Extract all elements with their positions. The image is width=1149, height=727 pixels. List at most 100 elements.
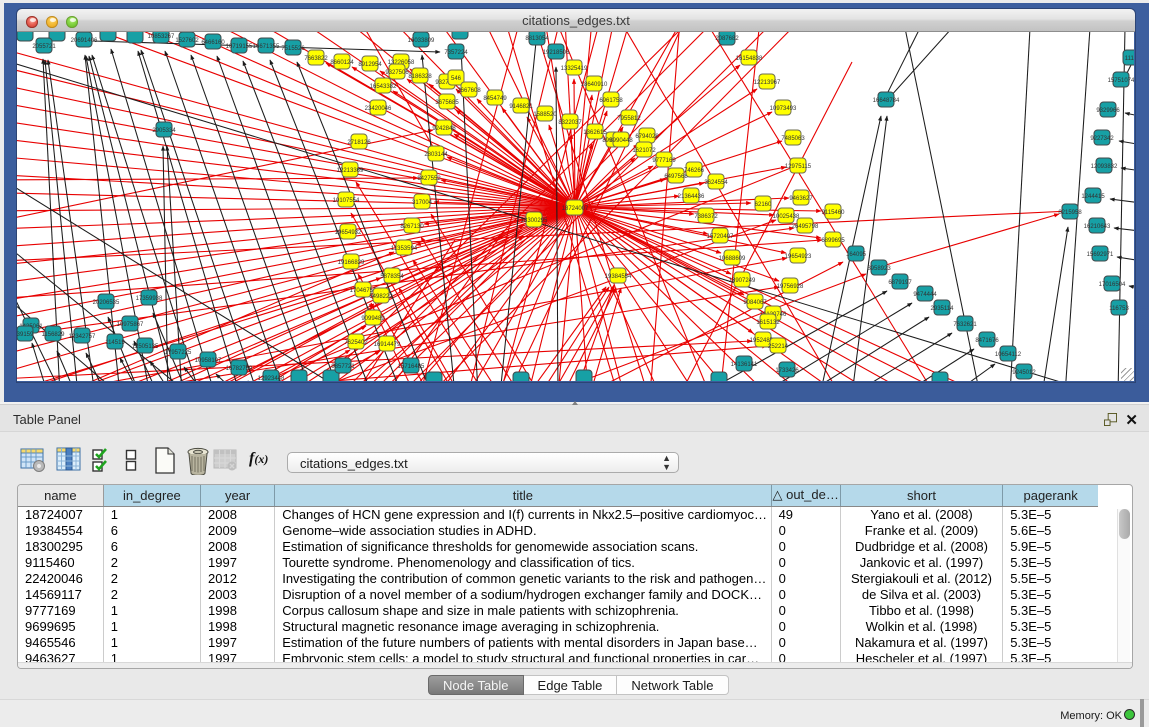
svg-text:16543382: 16543382	[370, 84, 397, 90]
svg-text:9146821: 9146821	[509, 104, 533, 110]
svg-text:20206535: 20206535	[93, 300, 120, 306]
svg-text:17957225: 17957225	[165, 350, 192, 356]
svg-text:6961758: 6961758	[599, 98, 623, 104]
svg-text:164095: 164095	[846, 252, 867, 258]
svg-text:19654932: 19654932	[335, 230, 362, 236]
svg-text:19166829: 19166829	[338, 260, 365, 266]
svg-text:9329966: 9329966	[1096, 108, 1120, 114]
svg-text:16671355: 16671355	[253, 44, 280, 50]
svg-text:19218506: 19218506	[543, 50, 570, 56]
svg-text:11353594: 11353594	[391, 246, 418, 252]
svg-text:18640910: 18640910	[581, 82, 608, 88]
svg-text:18300295: 18300295	[521, 218, 548, 224]
svg-text:9777169: 9777169	[652, 158, 676, 164]
svg-text:9245012: 9245012	[1012, 370, 1036, 376]
svg-text:2055721: 2055721	[32, 44, 56, 50]
svg-text:8215958: 8215958	[1058, 210, 1082, 216]
svg-text:16782759: 16782759	[226, 366, 253, 372]
svg-text:12093832: 12093832	[1091, 164, 1118, 170]
svg-text:1621072: 1621072	[632, 148, 656, 154]
svg-text:10107554: 10107554	[333, 198, 360, 204]
svg-text:1733426: 1733426	[775, 368, 799, 374]
svg-text:8471676: 8471676	[975, 338, 999, 344]
svg-text:9327506: 9327506	[385, 70, 409, 76]
svg-text:1588520: 1588520	[533, 112, 557, 118]
svg-text:8186328: 8186328	[408, 74, 432, 80]
svg-text:39159: 39159	[17, 332, 34, 338]
svg-text:8322037: 8322037	[558, 120, 582, 126]
svg-text:15751074: 15751074	[1108, 78, 1134, 84]
svg-text:7625402: 7625402	[344, 340, 368, 346]
svg-text:2803144: 2803144	[424, 152, 448, 158]
svg-text:116753: 116753	[1109, 306, 1129, 312]
svg-text:7485063: 7485063	[781, 136, 805, 142]
svg-text:7632621: 7632621	[953, 322, 977, 328]
svg-text:5498222: 5498222	[369, 294, 393, 300]
svg-text:114519: 114519	[105, 340, 125, 346]
svg-text:7515526: 7515526	[281, 46, 305, 52]
svg-text:6794028: 6794028	[635, 134, 659, 140]
svg-text:9463627: 9463627	[789, 196, 813, 202]
svg-text:8813054: 8813054	[525, 36, 549, 42]
svg-text:2087682: 2087682	[715, 36, 739, 42]
svg-text:317004: 317004	[412, 200, 433, 206]
svg-text:62160: 62160	[755, 202, 772, 208]
svg-text:1362615: 1362615	[583, 130, 607, 136]
svg-text:16033809: 16033809	[408, 38, 435, 44]
svg-text:17016504: 17016504	[1099, 282, 1126, 288]
svg-text:9084067: 9084067	[743, 300, 767, 306]
svg-text:252214: 252214	[768, 344, 789, 350]
svg-text:12213369: 12213369	[337, 168, 364, 174]
svg-text:9857721: 9857721	[331, 364, 355, 370]
svg-text:15716485: 15716485	[398, 364, 425, 370]
svg-text:10973493: 10973493	[770, 106, 797, 112]
svg-text:7357224: 7357224	[444, 50, 468, 56]
svg-text:20691406: 20691406	[71, 38, 98, 44]
svg-text:23420046: 23420046	[365, 106, 392, 112]
svg-text:8958923: 8958923	[867, 266, 891, 272]
svg-text:1527602: 1527602	[175, 38, 199, 44]
svg-text:9242848: 9242848	[432, 126, 456, 132]
svg-text:13325419: 13325419	[561, 66, 588, 72]
svg-text:19756928: 19756928	[777, 284, 804, 290]
svg-text:19654923: 19654923	[785, 254, 812, 260]
svg-text:10654112: 10654112	[995, 352, 1022, 358]
svg-text:21364436: 21364436	[678, 194, 705, 200]
svg-text:6497568: 6497568	[664, 174, 688, 180]
svg-text:9099489: 9099489	[361, 316, 385, 322]
svg-text:7386372: 7386372	[694, 214, 718, 220]
svg-text:1615132: 1615132	[756, 320, 780, 326]
svg-text:746266: 746266	[684, 168, 705, 174]
svg-text:6466160: 6466160	[201, 40, 225, 46]
svg-text:16914479: 16914479	[374, 342, 401, 348]
svg-text:7663822: 7663822	[304, 56, 328, 62]
svg-text:16648784: 16648784	[873, 98, 900, 104]
svg-text:9474444: 9474444	[913, 292, 937, 298]
svg-text:12505135: 12505135	[132, 344, 159, 350]
svg-text:2667608: 2667608	[457, 88, 481, 94]
svg-text:546: 546	[451, 76, 462, 82]
svg-text:9115460: 9115460	[822, 210, 846, 216]
svg-text:10025438: 10025438	[773, 214, 800, 220]
svg-text:8660124: 8660124	[330, 60, 354, 66]
svg-text:6899695: 6899695	[821, 238, 845, 244]
svg-text:15692971: 15692971	[1087, 252, 1114, 258]
svg-text:16154838: 16154838	[736, 56, 763, 62]
svg-text:8990448: 8990448	[609, 138, 633, 144]
svg-text:17359938: 17359938	[136, 296, 163, 302]
svg-text:16210643: 16210643	[1084, 224, 1111, 230]
svg-text:10853267: 10853267	[148, 34, 175, 40]
svg-text:10719155: 10719155	[226, 44, 253, 50]
svg-text:7955812: 7955812	[617, 116, 641, 122]
svg-text:12975115: 12975115	[785, 164, 812, 170]
svg-text:18724007: 18724007	[562, 206, 589, 212]
svg-text:6879197: 6879197	[888, 280, 912, 286]
svg-text:5878354: 5878354	[380, 274, 404, 280]
svg-text:14136141: 14136141	[731, 362, 758, 368]
svg-text:19384554: 19384554	[605, 274, 632, 280]
svg-text:8454749: 8454749	[483, 96, 507, 102]
svg-text:8427552: 8427552	[417, 176, 441, 182]
svg-text:10958107: 10958107	[195, 358, 222, 364]
svg-text:1156829: 1156829	[42, 332, 66, 338]
svg-text:12923448: 12923448	[258, 376, 285, 381]
